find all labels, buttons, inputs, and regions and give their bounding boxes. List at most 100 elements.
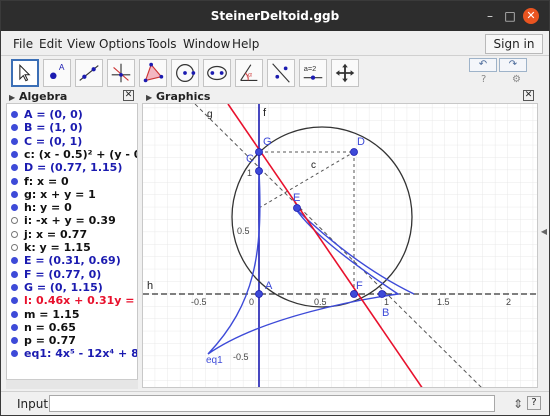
menu-edit[interactable]: Edit [39,37,62,51]
algebra-row[interactable]: n = 0.65 [11,320,76,334]
close-icon[interactable]: ✕ [523,8,539,24]
grid [143,104,537,387]
cursor-icon [19,64,31,82]
close-graphics-icon[interactable]: ✕ [523,90,534,101]
visibility-toggle-icon[interactable] [11,190,18,198]
visibility-toggle-icon[interactable] [11,270,18,278]
visibility-toggle-icon[interactable] [11,337,18,345]
algebra-row-text: G = (0, 1.15) [24,280,103,294]
visibility-toggle-icon[interactable] [11,204,18,212]
algebra-row-text: g: x + y = 1 [24,187,96,201]
algebra-row[interactable]: h: y = 0 [11,201,72,214]
visibility-toggle-icon[interactable] [11,217,18,225]
visibility-toggle-icon[interactable] [11,124,18,132]
algebra-row[interactable]: j: x = 0.77 [11,228,87,241]
graphics-canvas[interactable]: h f -0.5 0 0.5 1 1.5 2 1 0.5 -0.5 g c eq… [143,104,538,388]
algebra-row[interactable]: A = (0, 0) [11,108,83,121]
algebra-row[interactable]: m = 1.15 [11,308,79,321]
title-bar: SteinerDeltoid.ggb – □ ✕ [1,1,549,31]
algebra-row-text: n = 0.65 [24,320,76,334]
sign-in-button[interactable]: Sign in [485,34,543,54]
visibility-toggle-icon[interactable] [11,177,18,185]
conic-tool[interactable] [203,59,231,87]
visibility-toggle-icon[interactable] [11,323,18,331]
algebra-row[interactable]: F = (0.77, 0) [11,268,101,281]
visibility-toggle-icon[interactable] [11,244,18,251]
circle-tool[interactable] [171,59,199,87]
undo-button[interactable]: ↶ [469,58,497,72]
algebra-row[interactable]: C = (0, 1) [11,135,82,148]
point-tool[interactable]: A [43,59,71,87]
reflect-tool[interactable] [267,59,295,87]
move-view-tool[interactable] [331,59,359,87]
app-window: SteinerDeltoid.ggb – □ ✕ File Edit View … [0,0,550,416]
algebra-row-text: c: (x - 0.5)² + (y - 0 [24,147,138,161]
algebra-panel-header: ▶ Algebra [9,90,67,104]
visibility-toggle-icon[interactable] [11,310,18,318]
menu-view[interactable]: View [67,37,95,51]
visibility-toggle-icon[interactable] [11,137,18,145]
algebra-row[interactable]: D = (0.77, 1.15) [11,161,123,175]
polygon-tool[interactable] [139,59,167,87]
menu-window[interactable]: Window [183,37,230,51]
angle-icon: α [240,64,258,81]
visibility-toggle-icon[interactable] [11,297,18,305]
visibility-toggle-icon[interactable] [11,230,18,238]
algebra-row[interactable]: l: 0.46x + 0.31y = [11,294,134,307]
algebra-scrollbar[interactable] [6,379,138,389]
point-A[interactable] [255,290,263,298]
algebra-row[interactable]: g: x + y = 1 [11,187,96,201]
point-G[interactable] [255,148,263,156]
minimize-icon[interactable]: – [483,9,497,23]
visibility-toggle-icon[interactable] [11,283,18,291]
redo-button[interactable]: ↷ [499,58,527,72]
algebra-row[interactable]: B = (1, 0) [11,121,83,134]
algebra-row[interactable]: i: -x + y = 0.39 [11,214,116,227]
slider-tool[interactable]: a=2 [299,59,327,87]
point-D-label: D [357,136,365,148]
side-collapse-icon[interactable]: ◀ [541,227,547,236]
point-D[interactable] [350,148,358,156]
visibility-toggle-icon[interactable] [11,164,18,172]
point-B[interactable] [378,290,386,298]
visibility-toggle-icon[interactable] [11,350,18,358]
slider-icon: a=2 [303,64,323,80]
algebra-row[interactable]: p = 0.77 [11,334,76,347]
tick-x: 0 [249,297,254,307]
visibility-toggle-icon[interactable] [11,150,18,158]
collapse-arrow-icon[interactable]: ▶ [9,93,15,102]
close-algebra-icon[interactable]: ✕ [123,90,134,101]
algebra-view[interactable]: A = (0, 0) B = (1, 0) C = (0, 1) c: (x - 0.… [6,103,138,388]
input-help-icon[interactable]: ⇕ [513,397,523,411]
algebra-row[interactable]: eq1: 4x⁵ - 12x⁴ + 8 [11,347,137,360]
collapse-arrow-icon[interactable]: ▶ [146,93,152,102]
point-E[interactable] [293,204,301,212]
menu-options[interactable]: Options [99,37,145,51]
menu-help[interactable]: Help [232,37,259,51]
move-tool[interactable] [11,59,39,87]
line-tool[interactable] [75,59,103,87]
visibility-toggle-icon[interactable] [11,257,18,265]
maximize-icon[interactable]: □ [503,9,517,23]
menu-tools[interactable]: Tools [147,37,177,51]
input-field[interactable] [49,395,495,412]
visibility-toggle-icon[interactable] [11,111,18,118]
tick-y: 0.5 [237,226,250,236]
menu-file[interactable]: File [13,37,33,51]
graphics-view[interactable]: h f -0.5 0 0.5 1 1.5 2 1 0.5 -0.5 g c eq… [142,103,538,388]
algebra-row[interactable]: k: y = 1.15 [11,241,91,254]
algebra-row-text: D = (0.77, 1.15) [24,161,123,175]
keyboard-icon[interactable]: ? [527,396,541,410]
perpendicular-tool[interactable] [107,59,135,87]
graphics-panel-title: Graphics [156,90,211,103]
algebra-row[interactable]: f: x = 0 [11,174,69,188]
algebra-row[interactable]: E = (0.31, 0.69) [11,254,121,267]
help-icon[interactable]: ? [481,74,486,85]
algebra-row[interactable]: c: (x - 0.5)² + (y - 0 [11,147,138,161]
point-C[interactable] [255,167,263,175]
graphics-panel-header: ▶ Graphics [146,90,210,104]
algebra-row[interactable]: G = (0, 1.15) [11,280,103,294]
algebra-row-text: f: x = 0 [24,174,69,188]
gear-icon[interactable]: ⚙ [512,74,521,85]
angle-tool[interactable]: α [235,59,263,87]
